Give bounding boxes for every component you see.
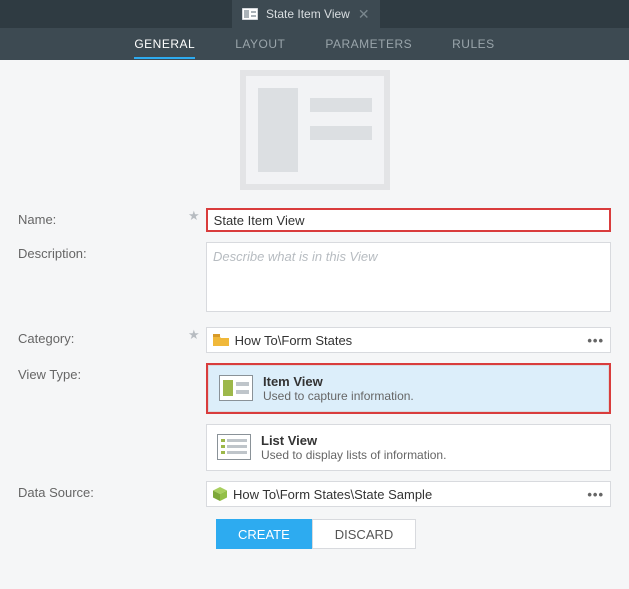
list-view-icon bbox=[217, 433, 251, 461]
smartobject-icon bbox=[213, 487, 227, 501]
viewtype-item-title: Item View bbox=[263, 374, 414, 389]
document-tab-bar: State Item View ✕ bbox=[0, 0, 629, 28]
datasource-value: How To\Form States\State Sample bbox=[233, 487, 432, 502]
viewtype-option-list[interactable]: List View Used to display lists of infor… bbox=[206, 424, 611, 471]
close-icon[interactable]: ✕ bbox=[358, 6, 370, 23]
view-preview bbox=[240, 70, 390, 190]
item-view-icon bbox=[219, 374, 253, 402]
section-nav: GENERAL LAYOUT PARAMETERS RULES bbox=[0, 28, 629, 60]
document-tab[interactable]: State Item View ✕ bbox=[232, 0, 380, 28]
discard-button[interactable]: DISCARD bbox=[312, 519, 417, 549]
viewtype-selected-wrap: Item View Used to capture information. bbox=[206, 363, 611, 414]
datasource-picker[interactable]: How To\Form States\State Sample ••• bbox=[206, 481, 611, 507]
category-picker[interactable]: How To\Form States ••• bbox=[206, 327, 611, 353]
create-button[interactable]: CREATE bbox=[216, 519, 312, 549]
viewtype-list-desc: Used to display lists of information. bbox=[261, 448, 446, 462]
required-star-icon: ★ bbox=[188, 208, 200, 224]
viewtype-list-title: List View bbox=[261, 433, 446, 448]
viewtype-option-item[interactable]: Item View Used to capture information. bbox=[208, 365, 609, 412]
category-value: How To\Form States bbox=[235, 333, 353, 348]
folder-icon bbox=[213, 334, 229, 346]
tab-parameters[interactable]: PARAMETERS bbox=[325, 29, 412, 59]
document-tab-title: State Item View bbox=[266, 7, 350, 21]
tab-layout[interactable]: LAYOUT bbox=[235, 29, 285, 59]
description-label: Description: bbox=[18, 242, 188, 261]
datasource-label: Data Source: bbox=[18, 481, 188, 500]
viewtype-item-desc: Used to capture information. bbox=[263, 389, 414, 403]
viewtype-label: View Type: bbox=[18, 363, 188, 382]
view-doc-icon bbox=[242, 8, 258, 20]
ellipsis-icon[interactable]: ••• bbox=[587, 333, 604, 348]
required-star-icon: ★ bbox=[188, 327, 200, 343]
name-label: Name: bbox=[18, 208, 188, 227]
name-input[interactable] bbox=[206, 208, 611, 232]
ellipsis-icon[interactable]: ••• bbox=[587, 487, 604, 502]
tab-general[interactable]: GENERAL bbox=[134, 29, 195, 59]
description-input[interactable] bbox=[206, 242, 611, 312]
category-label: Category: bbox=[18, 327, 188, 346]
tab-rules[interactable]: RULES bbox=[452, 29, 495, 59]
